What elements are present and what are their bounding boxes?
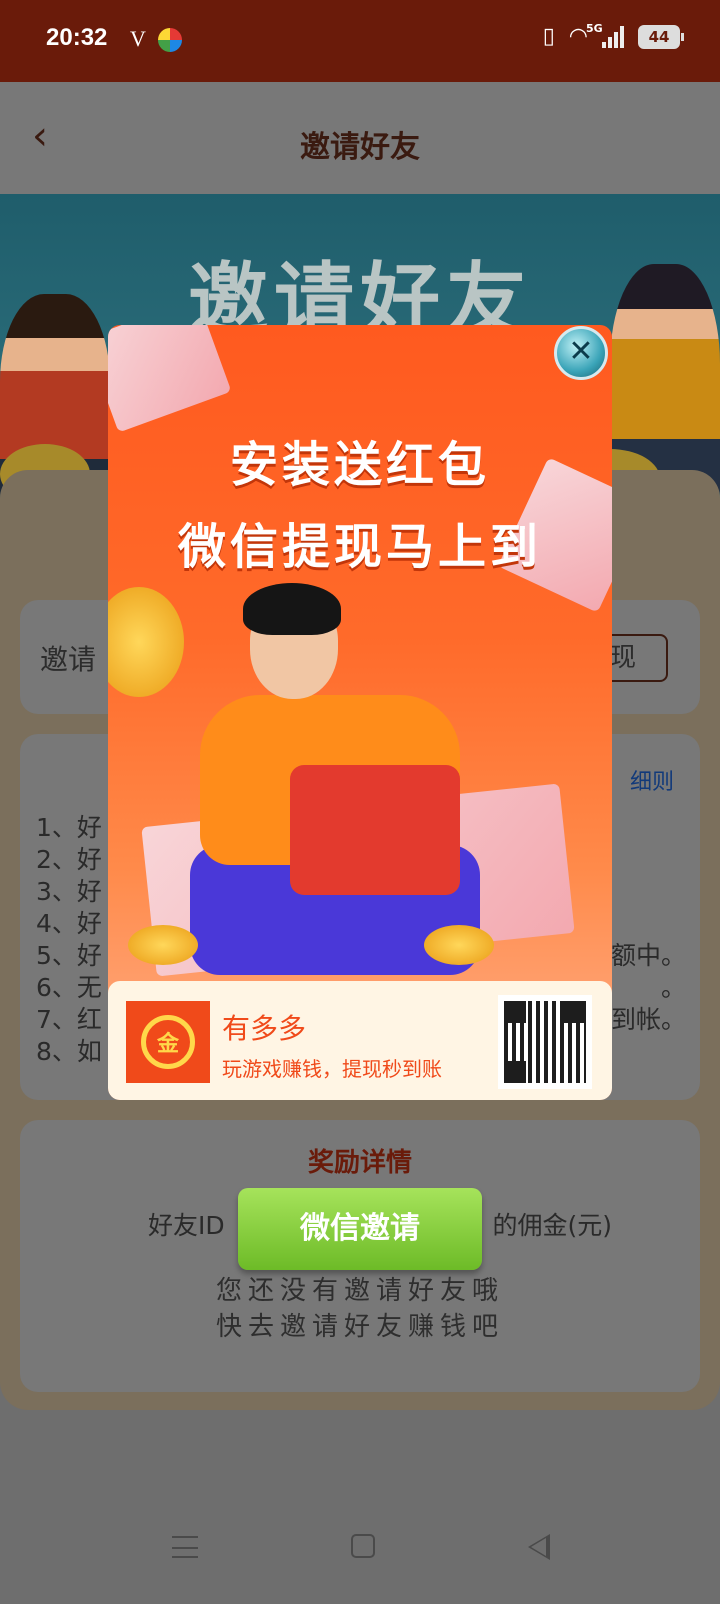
column-friend-id: 好友ID [148, 1211, 225, 1240]
status-time: 20:32 [46, 24, 108, 51]
rule-item: 5、好 [36, 941, 102, 970]
app-logo: 金 [126, 1001, 210, 1083]
invite-label: 邀请 [40, 643, 97, 676]
status-bar: 20:32 V ▯ ◠ 5G 44 [0, 0, 720, 82]
coin-illustration [424, 925, 494, 965]
coin-illustration [108, 587, 184, 697]
red-box-illustration [290, 765, 460, 895]
ad-popup[interactable]: 安装送红包 微信提现马上到 金 有多多 玩游戏赚钱，提现秒到账 [108, 325, 612, 1100]
rule-item: 3、好 [36, 877, 102, 906]
ad-app-slogan: 玩游戏赚钱，提现秒到账 [222, 1057, 442, 1081]
app-notification-icon [158, 28, 182, 52]
empty-message-line2: 快去邀请好友赚钱吧 [215, 1312, 504, 1342]
rule-item-tail: 到帐。 [610, 1005, 686, 1034]
rule-item: 6、无 [36, 973, 102, 1002]
rule-item: 7、红 [36, 1005, 102, 1034]
reward-title: 奖励详情 [307, 1148, 412, 1178]
qr-code [498, 995, 592, 1089]
coin-illustration [128, 925, 198, 965]
ad-headline-1: 安装送红包 [229, 437, 490, 493]
empty-message-line1: 您还没有邀请好友哦 [215, 1276, 504, 1306]
app-header: ‹ 邀请好友 [0, 82, 720, 194]
rule-item-tail: 额中。 [610, 941, 686, 970]
rules-detail-link[interactable]: 细则 [630, 764, 674, 796]
network-type: 5G [586, 21, 603, 35]
rule-item: 8、如 [36, 1037, 102, 1066]
menu-icon[interactable] [172, 1536, 198, 1558]
home-icon[interactable] [351, 1534, 375, 1558]
close-icon[interactable]: ✕ [554, 326, 608, 380]
rule-item-tail: 。 [660, 973, 686, 1002]
vibrate-icon: ▯ [542, 24, 555, 49]
ad-app-name: 有多多 [222, 1012, 307, 1045]
rule-item: 1、好 [36, 813, 102, 842]
signal-icon: 5G [586, 22, 624, 48]
status-icons: ▯ ◠ 5G 44 [542, 22, 684, 49]
column-commission: 的佣金(元) [492, 1211, 612, 1240]
battery-icon: 44 [638, 24, 684, 49]
back-nav-icon[interactable] [528, 1534, 550, 1560]
ad-headline-2: 微信提现马上到 [177, 519, 542, 575]
ad-app-bar[interactable]: 金 有多多 玩游戏赚钱，提现秒到账 [108, 981, 612, 1100]
app-logo-mark: 金 [141, 1015, 195, 1069]
rule-item: 2、好 [36, 845, 102, 874]
carrier-mark: V [130, 26, 146, 51]
rule-item: 4、好 [36, 909, 102, 938]
man-illustration [243, 583, 341, 635]
page-title: 邀请好友 [300, 130, 420, 165]
wechat-invite-button[interactable]: 微信邀请 [238, 1188, 482, 1270]
system-nav-bar [0, 1506, 720, 1604]
banknote-illustration [108, 325, 232, 433]
